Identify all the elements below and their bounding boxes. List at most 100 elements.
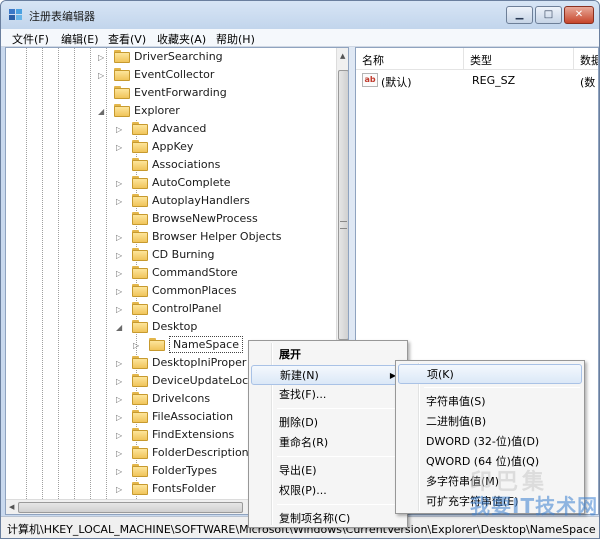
context-menu-item-label: 查找(F)... bbox=[279, 388, 327, 401]
window-title: 注册表编辑器 bbox=[29, 10, 95, 23]
tree-item-label: DriveIcons bbox=[152, 392, 211, 405]
expand-arrow-icon[interactable]: ▷ bbox=[116, 305, 124, 314]
tree-item-label: FolderDescription bbox=[152, 446, 249, 459]
expand-arrow-icon[interactable]: ▷ bbox=[116, 377, 124, 386]
folder-icon bbox=[132, 194, 148, 207]
context-menu-item[interactable]: 新建(N) ▶ bbox=[251, 365, 405, 385]
expand-arrow-icon[interactable]: ▷ bbox=[116, 251, 124, 260]
expand-arrow-icon[interactable]: ▷ bbox=[116, 143, 124, 152]
collapse-arrow-icon[interactable]: ◢ bbox=[98, 107, 106, 116]
close-button[interactable]: ✕ bbox=[564, 6, 594, 24]
tree-item-label: AppKey bbox=[152, 140, 194, 153]
expand-arrow-icon[interactable]: ▷ bbox=[116, 395, 124, 404]
tree-item-label: Browser Helper Objects bbox=[152, 230, 282, 243]
expand-arrow-icon[interactable]: ▷ bbox=[116, 125, 124, 134]
maximize-button[interactable]: □ bbox=[535, 6, 562, 24]
context-menu-item[interactable]: 复制项名称(C) bbox=[251, 509, 405, 529]
tree-item[interactable]: ▷ AutoplayHandlers bbox=[6, 192, 336, 210]
tree-item-label: DeviceUpdateLoc bbox=[152, 374, 249, 387]
menu-help[interactable]: 帮助(H) bbox=[216, 31, 255, 47]
tree-item[interactable]: ◢ Desktop bbox=[6, 318, 336, 336]
tree-item-label: DesktopIniProper bbox=[152, 356, 247, 369]
expand-arrow-icon[interactable]: ▷ bbox=[116, 431, 124, 440]
menu-file[interactable]: 文件(F) bbox=[12, 31, 49, 47]
expand-arrow-icon[interactable]: ▷ bbox=[116, 413, 124, 422]
expand-arrow-icon[interactable]: ▷ bbox=[116, 359, 124, 368]
collapse-arrow-icon[interactable]: ◢ bbox=[116, 323, 124, 332]
tree-item[interactable]: ▷ AppKey bbox=[6, 138, 336, 156]
column-header-name[interactable]: 名称 bbox=[356, 48, 464, 70]
scroll-left-arrow-icon[interactable]: ◀ bbox=[9, 503, 14, 511]
folder-icon bbox=[132, 320, 148, 333]
tree-item[interactable]: EventForwarding bbox=[6, 84, 336, 102]
context-menu-item[interactable]: 重命名(R) bbox=[251, 433, 405, 453]
expand-arrow-icon[interactable]: ▷ bbox=[116, 467, 124, 476]
tree-item-label: ControlPanel bbox=[152, 302, 222, 315]
watermark: 印巴集 我要IT技术网 bbox=[430, 460, 600, 520]
table-row[interactable]: ab (默认) REG_SZ (数 bbox=[358, 72, 598, 90]
tree-item[interactable]: ▷ Browser Helper Objects bbox=[6, 228, 336, 246]
context-menu-item[interactable]: 查找(F)... bbox=[251, 385, 405, 405]
tree-item[interactable]: ▷ CommandStore bbox=[6, 264, 336, 282]
context-menu-item-label: 权限(P)... bbox=[279, 484, 327, 497]
menu-view[interactable]: 查看(V) bbox=[108, 31, 146, 47]
expand-arrow-icon[interactable]: ▷ bbox=[116, 485, 124, 494]
menu-favorites[interactable]: 收藏夹(A) bbox=[157, 31, 206, 47]
tree-item[interactable]: ▷ AutoComplete bbox=[6, 174, 336, 192]
folder-icon bbox=[114, 68, 130, 81]
submenu-item[interactable]: 项(K) bbox=[398, 364, 582, 384]
expand-arrow-icon[interactable]: ▷ bbox=[98, 53, 106, 62]
scroll-up-arrow-icon[interactable]: ▲ bbox=[340, 52, 345, 60]
context-menu-item-label: 复制项名称(C) bbox=[279, 512, 351, 525]
tree-item[interactable]: ▷ ControlPanel bbox=[6, 300, 336, 318]
submenu-item[interactable]: 字符串值(S) bbox=[398, 392, 582, 412]
tree-vertical-scroll-thumb[interactable] bbox=[338, 70, 348, 340]
context-menu-item-label: 展开 bbox=[279, 348, 301, 361]
tree-item[interactable]: Associations bbox=[6, 156, 336, 174]
submenu-item[interactable]: DWORD (32-位)值(D) bbox=[398, 432, 582, 452]
folder-icon bbox=[132, 122, 148, 135]
folder-icon bbox=[132, 176, 148, 189]
tree-item-label: CommandStore bbox=[152, 266, 238, 279]
tree-item[interactable]: ◢ Explorer bbox=[6, 102, 336, 120]
expand-arrow-icon[interactable]: ▷ bbox=[116, 449, 124, 458]
expand-arrow-icon[interactable]: ▷ bbox=[116, 197, 124, 206]
column-header-type[interactable]: 类型 bbox=[464, 48, 574, 70]
expand-arrow-icon[interactable]: ▷ bbox=[133, 341, 141, 350]
tree-horizontal-scroll-thumb[interactable] bbox=[18, 502, 243, 513]
menu-separator bbox=[277, 408, 403, 409]
expand-arrow-icon[interactable]: ▷ bbox=[116, 287, 124, 296]
context-menu-item[interactable]: 删除(D) bbox=[251, 413, 405, 433]
tree-item-label: CommonPlaces bbox=[152, 284, 237, 297]
folder-icon bbox=[132, 482, 148, 495]
watermark-line2: 我要IT技术网 bbox=[470, 494, 599, 518]
tree-item-label: FindExtensions bbox=[152, 428, 235, 441]
submenu-item[interactable]: 二进制值(B) bbox=[398, 412, 582, 432]
context-menu-item[interactable]: 权限(P)... bbox=[251, 481, 405, 501]
context-menu-item-label: 删除(D) bbox=[279, 416, 319, 429]
tree-item[interactable]: BrowseNewProcess bbox=[6, 210, 336, 228]
tree-item[interactable]: ▷ DriverSearching bbox=[6, 48, 336, 66]
expand-arrow-icon[interactable]: ▷ bbox=[116, 179, 124, 188]
menu-edit[interactable]: 编辑(E) bbox=[61, 31, 99, 47]
expand-arrow-icon[interactable]: ▷ bbox=[116, 269, 124, 278]
submenu-item-label: 二进制值(B) bbox=[426, 415, 487, 428]
tree-item[interactable]: ▷ EventCollector bbox=[6, 66, 336, 84]
menu-bar: 文件(F) 编辑(E) 查看(V) 收藏夹(A) 帮助(H) bbox=[1, 29, 599, 47]
tree-item-label: AutoplayHandlers bbox=[152, 194, 250, 207]
column-header-data[interactable]: 数据 bbox=[574, 48, 598, 70]
minimize-button[interactable]: ▁ bbox=[506, 6, 533, 24]
context-menu-item[interactable]: 导出(E) bbox=[251, 461, 405, 481]
tree-item-label: Desktop bbox=[152, 320, 198, 333]
title-bar[interactable]: 注册表编辑器 ▁ □ ✕ bbox=[1, 1, 599, 29]
context-menu-item[interactable]: 展开 bbox=[251, 345, 405, 365]
tree-item[interactable]: ▷ Advanced bbox=[6, 120, 336, 138]
tree-item-label: FileAssociation bbox=[152, 410, 234, 423]
tree-item-label: NameSpace bbox=[169, 336, 243, 353]
tree-item[interactable]: ▷ CommonPlaces bbox=[6, 282, 336, 300]
folder-icon bbox=[132, 284, 148, 297]
expand-arrow-icon[interactable]: ▷ bbox=[116, 233, 124, 242]
expand-arrow-icon[interactable]: ▷ bbox=[98, 71, 106, 80]
tree-item[interactable]: ▷ CD Burning bbox=[6, 246, 336, 264]
string-value-icon: ab bbox=[362, 73, 378, 87]
